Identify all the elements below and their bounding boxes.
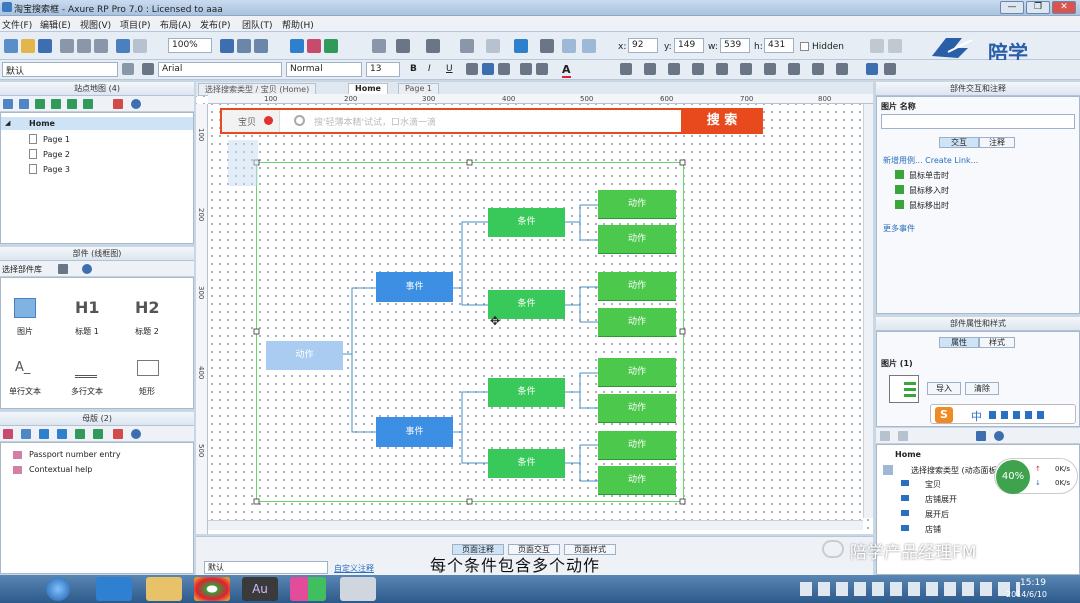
event-icon bbox=[895, 200, 904, 209]
tab-style[interactable]: 样式 bbox=[979, 337, 1015, 348]
ie-icon[interactable] bbox=[96, 577, 132, 601]
explorer-icon[interactable] bbox=[146, 577, 182, 601]
event-mouse-leave[interactable]: 鼠标移出时 bbox=[909, 200, 949, 211]
condition-node-1[interactable]: 条件 bbox=[488, 208, 565, 237]
action-node-1[interactable]: 动作 bbox=[598, 190, 676, 219]
clock-time: 15:19 bbox=[1020, 578, 1046, 588]
interaction-panel: 图片 名称 交互 注释 新增用例... Create Link... 鼠标单击时… bbox=[876, 96, 1080, 314]
event-click[interactable]: 鼠标单击时 bbox=[909, 170, 949, 181]
root-action-node[interactable]: 动作 bbox=[266, 341, 343, 370]
widget-name-label: 图片 名称 bbox=[881, 102, 916, 111]
outline-root[interactable]: Home bbox=[895, 450, 921, 459]
clear-button[interactable]: 清除 bbox=[965, 382, 999, 395]
state-icon bbox=[901, 525, 909, 531]
state-icon bbox=[901, 510, 909, 516]
event-node-1[interactable]: 事件 bbox=[376, 272, 453, 302]
outline-item-panel[interactable]: 选择搜索类型 (动态面板) bbox=[911, 465, 1000, 476]
outline-icon[interactable] bbox=[898, 431, 908, 441]
chrome-icon[interactable] bbox=[194, 577, 230, 601]
download-speed: 0K/s bbox=[1055, 479, 1071, 487]
event-icon bbox=[895, 185, 904, 194]
preview-bar bbox=[904, 394, 916, 397]
condition-node-3[interactable]: 条件 bbox=[488, 378, 565, 407]
action-node-3[interactable]: 动作 bbox=[598, 272, 676, 301]
audition-icon[interactable]: Au bbox=[242, 577, 278, 601]
outline-icon[interactable] bbox=[880, 431, 890, 441]
network-percent: 40% bbox=[996, 460, 1030, 494]
properties-header: 部件属性和样式 bbox=[876, 317, 1080, 331]
tab-properties[interactable]: 属性 bbox=[939, 337, 979, 348]
move-cursor-icon: ✥ bbox=[490, 314, 501, 328]
widget-name-field[interactable] bbox=[881, 114, 1075, 129]
sogou-icon[interactable]: S bbox=[935, 407, 953, 423]
windows-taskbar: Au 15:19 2014/6/10 bbox=[0, 575, 1080, 603]
notes-style-select[interactable]: 默认 bbox=[204, 561, 328, 574]
ime-tools-icon[interactable] bbox=[989, 411, 1049, 419]
image-section-label: 图片 (1) bbox=[881, 359, 913, 368]
properties-title: 部件属性和样式 bbox=[950, 319, 1006, 328]
event-mouse-enter[interactable]: 鼠标移入时 bbox=[909, 185, 949, 196]
action-node-2[interactable]: 动作 bbox=[598, 225, 676, 254]
action-node-8[interactable]: 动作 bbox=[598, 466, 676, 495]
recorder-icon[interactable] bbox=[340, 577, 376, 601]
network-monitor: 40% ↑ 0K/s ↓ 0K/s bbox=[994, 458, 1078, 494]
ime-mode-icon[interactable]: 中 bbox=[971, 408, 982, 424]
upload-arrow-icon: ↑ bbox=[1035, 465, 1041, 473]
action-node-4[interactable]: 动作 bbox=[598, 308, 676, 337]
watermark-text: 陪学产品经理FM bbox=[850, 543, 977, 563]
download-arrow-icon: ↓ bbox=[1035, 479, 1041, 487]
outline-toolbar bbox=[876, 428, 1080, 444]
system-tray-icons[interactable] bbox=[800, 582, 1020, 596]
condition-node-4[interactable]: 条件 bbox=[488, 449, 565, 478]
action-node-6[interactable]: 动作 bbox=[598, 394, 676, 423]
video-subtitle: 每个条件包含多个动作 bbox=[430, 556, 601, 575]
clock-date: 2014/6/10 bbox=[1006, 590, 1048, 599]
filter-icon[interactable] bbox=[976, 431, 986, 441]
outline-item-3[interactable]: 展开后 bbox=[925, 509, 949, 520]
start-button-icon[interactable] bbox=[46, 577, 70, 601]
event-node-2[interactable]: 事件 bbox=[376, 417, 453, 447]
interaction-header: 部件交互和注释 bbox=[876, 82, 1080, 96]
search-icon[interactable] bbox=[994, 431, 1004, 441]
action-node-7[interactable]: 动作 bbox=[598, 431, 676, 460]
ime-toolbar: S 中 bbox=[930, 404, 1076, 424]
state-icon bbox=[901, 480, 909, 486]
interaction-title: 部件交互和注释 bbox=[950, 84, 1006, 93]
action-node-5[interactable]: 动作 bbox=[598, 358, 676, 387]
create-case-link[interactable]: 新增用例... Create Link... bbox=[883, 155, 978, 166]
tab-interactions[interactable]: 交互 bbox=[939, 137, 979, 148]
upload-speed: 0K/s bbox=[1055, 465, 1071, 473]
more-events-link[interactable]: 更多事件 bbox=[883, 223, 915, 234]
import-button[interactable]: 导入 bbox=[927, 382, 961, 395]
outline-item-4[interactable]: 店铺 bbox=[925, 524, 941, 535]
outline-item-2[interactable]: 店铺展开 bbox=[925, 494, 957, 505]
preview-bar bbox=[904, 388, 916, 391]
custom-notes-link[interactable]: 自定义注释 bbox=[334, 563, 374, 574]
state-icon bbox=[901, 495, 909, 501]
event-icon bbox=[895, 170, 904, 179]
image-preview bbox=[889, 375, 919, 403]
preview-bar bbox=[904, 382, 916, 385]
tab-notes[interactable]: 注释 bbox=[979, 137, 1015, 148]
outline-item-1[interactable]: 宝贝 bbox=[925, 479, 941, 490]
axure-icon[interactable] bbox=[290, 577, 326, 601]
panel-icon bbox=[883, 465, 893, 475]
hidden-panel-ghost bbox=[228, 140, 258, 186]
wechat-icon bbox=[822, 540, 844, 558]
